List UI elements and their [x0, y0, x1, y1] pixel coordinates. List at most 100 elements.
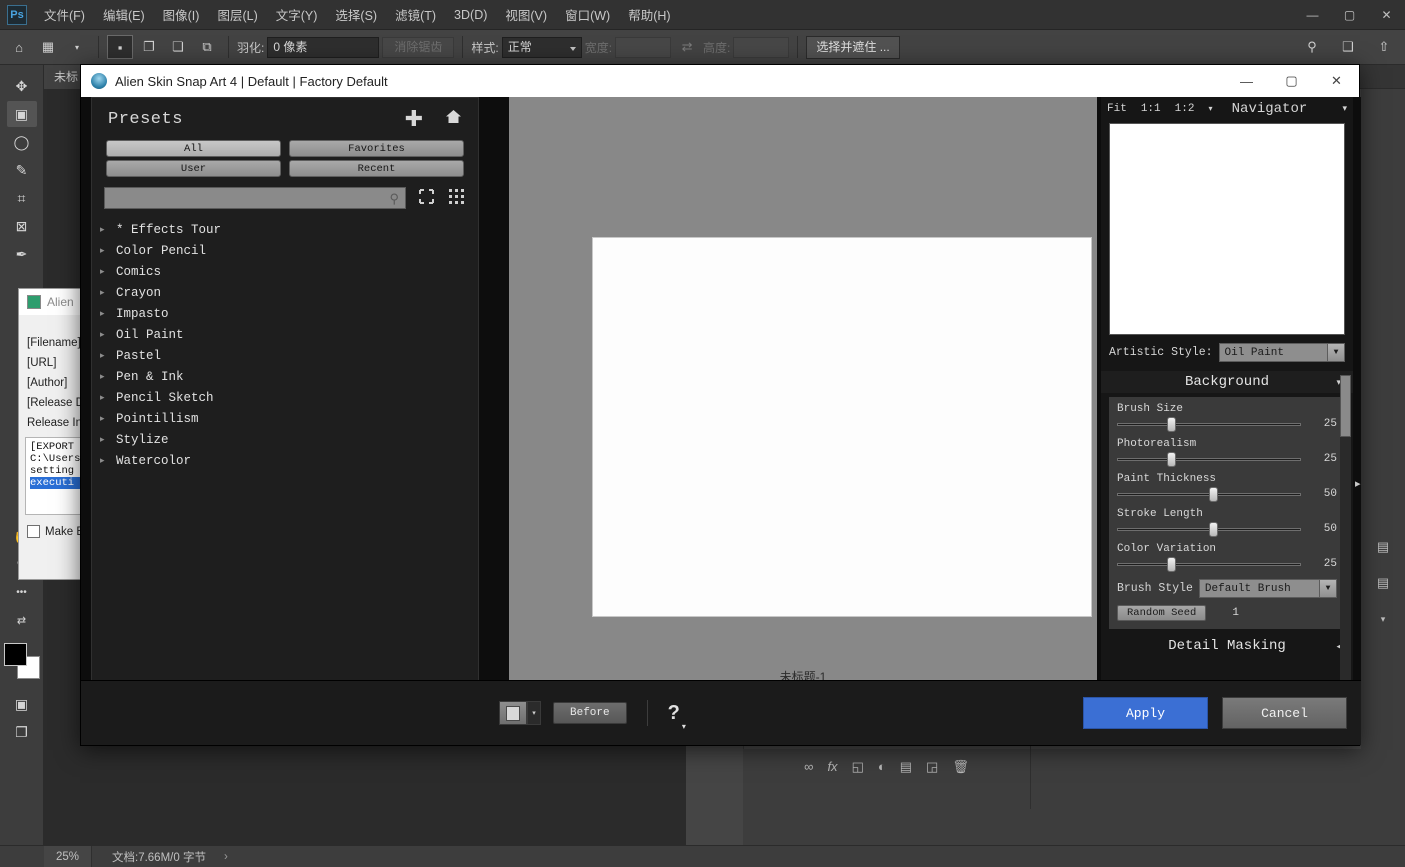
search-box[interactable]: ⚲ — [104, 187, 406, 209]
menu-image[interactable]: 图像(I) — [154, 1, 209, 28]
collapse-icon[interactable] — [416, 188, 436, 208]
edit-toolbar-icon[interactable]: ⇄ — [7, 607, 37, 633]
list-item[interactable]: ▸ Impasto — [100, 303, 478, 324]
quick-mask-toggle-icon[interactable]: ▣ — [7, 691, 37, 717]
chevron-down-icon[interactable]: ▼ — [1319, 580, 1336, 597]
status-expand-icon[interactable]: › — [206, 851, 228, 863]
swap-icon[interactable]: ⇄ — [674, 35, 700, 59]
filter-recent-button[interactable]: Recent — [289, 160, 464, 177]
frame-tool-icon[interactable]: ⊠ — [7, 213, 37, 239]
menu-help[interactable]: 帮助(H) — [619, 1, 679, 28]
menu-window[interactable]: 窗口(W) — [556, 1, 619, 28]
artistic-style-select[interactable]: Oil Paint ▼ — [1218, 343, 1345, 362]
eyedropper-tool-icon[interactable]: ✒ — [7, 241, 37, 267]
list-item[interactable]: ▸ Stylize — [100, 429, 478, 450]
scrollbar-thumb[interactable] — [1340, 375, 1351, 437]
crop-tool-icon[interactable]: ⌗ — [7, 185, 37, 211]
navigator-chevron-down-icon[interactable]: ▾ — [1326, 104, 1347, 114]
filter-user-button[interactable]: User — [106, 160, 281, 177]
chevron-right-icon[interactable]: ▸ — [100, 371, 110, 382]
screen-mode-toggle-icon[interactable]: ❐ — [7, 719, 37, 745]
chevron-right-icon[interactable]: ▸ — [100, 245, 110, 256]
chevron-right-icon[interactable]: ▸ — [100, 287, 110, 298]
chevron-right-icon[interactable]: ▸ — [100, 434, 110, 445]
marquee-tool-icon[interactable]: ▣ — [6, 101, 37, 127]
list-item[interactable]: ▸ Pencil Sketch — [100, 387, 478, 408]
slider-track[interactable] — [1117, 417, 1301, 432]
chevron-down-icon[interactable]: ▾ — [1361, 601, 1405, 637]
filter-favorites-button[interactable]: Favorites — [289, 140, 464, 157]
list-item[interactable]: ▸ Watercolor — [100, 450, 478, 471]
list-item[interactable]: ▸ Color Pencil — [100, 240, 478, 261]
zoom-1-1-button[interactable]: 1:1 — [1141, 103, 1161, 115]
intersect-selection-icon[interactable]: ⧉ — [194, 35, 220, 59]
list-item[interactable]: ▸ Pastel — [100, 345, 478, 366]
random-seed-button[interactable]: Random Seed — [1117, 605, 1207, 621]
list-item[interactable]: ▸ Comics — [100, 261, 478, 282]
apply-button[interactable]: Apply — [1083, 697, 1208, 729]
dialog-titlebar[interactable]: Alien Skin Snap Art 4 | Default | Factor… — [81, 65, 1359, 97]
subtract-selection-icon[interactable]: ❏ — [165, 35, 191, 59]
dialog-close-icon[interactable]: ✕ — [1314, 65, 1359, 97]
zoom-fit-button[interactable]: Fit — [1107, 103, 1127, 115]
quick-selection-tool-icon[interactable]: ✎ — [7, 157, 37, 183]
slider-track[interactable] — [1117, 487, 1301, 502]
cancel-button[interactable]: Cancel — [1222, 697, 1347, 729]
chevron-down-icon[interactable]: ▾ — [64, 35, 90, 59]
new-selection-icon[interactable]: ▪ — [107, 35, 133, 59]
lasso-tool-icon[interactable]: ◯ — [7, 129, 37, 155]
chevron-right-icon[interactable]: ▸ — [100, 308, 110, 319]
search-icon[interactable]: ⚲ — [1299, 35, 1325, 59]
help-icon[interactable]: ? — [668, 702, 680, 725]
detail-masking-header[interactable]: Detail Masking ◂ — [1101, 635, 1353, 657]
slider-row[interactable]: 25 — [1117, 417, 1337, 432]
slider-row[interactable]: 50 — [1117, 487, 1337, 502]
delete-layer-icon[interactable]: 🗑 — [952, 759, 969, 775]
slider-knob[interactable] — [1209, 487, 1218, 502]
new-group-icon[interactable]: ▤ — [900, 759, 912, 775]
view-mode-chevron-down-icon[interactable]: ▾ — [527, 701, 541, 725]
chevron-right-icon[interactable]: ▸ — [100, 413, 110, 424]
slider-track[interactable] — [1117, 522, 1301, 537]
marquee-tool-icon[interactable]: ▦ — [35, 35, 61, 59]
expand-panel-icon[interactable]: ▸ — [1355, 477, 1361, 490]
minimize-icon[interactable]: — — [1294, 0, 1331, 30]
adjustment-layer-icon[interactable]: ◐ — [878, 759, 886, 774]
link-layers-icon[interactable]: ∞ — [804, 759, 813, 774]
layer-mask-icon[interactable]: ◱ — [852, 759, 864, 775]
move-tool-icon[interactable]: ✥ — [7, 73, 37, 99]
close-icon[interactable]: ✕ — [1368, 0, 1405, 30]
panel-list-icon[interactable]: ▤ — [1361, 565, 1405, 601]
chevron-down-icon[interactable]: ▼ — [1327, 344, 1344, 361]
menu-select[interactable]: 选择(S) — [326, 1, 386, 28]
list-item[interactable]: ▸ Crayon — [100, 282, 478, 303]
grid-view-icon[interactable] — [446, 188, 466, 208]
menu-type[interactable]: 文字(Y) — [267, 1, 327, 28]
width-input[interactable] — [615, 36, 672, 58]
slider-knob[interactable] — [1166, 452, 1176, 467]
feather-input[interactable]: 0 像素 — [267, 36, 380, 58]
slider-track[interactable] — [1117, 452, 1301, 467]
preview-canvas[interactable] — [592, 237, 1092, 617]
checkbox-box[interactable] — [27, 525, 40, 538]
menu-view[interactable]: 视图(V) — [496, 1, 556, 28]
slider-row[interactable]: 25 — [1117, 452, 1337, 467]
before-button[interactable]: Before — [553, 702, 627, 724]
slider-knob[interactable] — [1166, 557, 1176, 572]
view-mode-icon[interactable] — [499, 701, 527, 725]
slider-row[interactable]: 25 — [1117, 557, 1337, 572]
settings-scrollbar[interactable] — [1340, 375, 1351, 695]
dialog-minimize-icon[interactable]: — — [1224, 65, 1269, 97]
slider-track[interactable] — [1117, 557, 1301, 572]
navigator-thumbnail[interactable] — [1109, 123, 1345, 335]
dialog-maximize-icon[interactable]: ▢ — [1269, 65, 1314, 97]
share-icon[interactable]: ⇧ — [1371, 35, 1397, 59]
zoom-1-2-button[interactable]: 1:2 — [1175, 103, 1195, 115]
menu-3d[interactable]: 3D(D) — [445, 4, 496, 26]
color-swatches[interactable] — [3, 643, 40, 679]
menu-filter[interactable]: 滤镜(T) — [386, 1, 445, 28]
height-input[interactable] — [733, 36, 790, 58]
brush-style-select[interactable]: Default Brush ▼ — [1198, 579, 1337, 598]
filter-all-button[interactable]: All — [106, 140, 281, 157]
select-and-mask-button[interactable]: 选择并遮住 ... — [806, 35, 900, 59]
